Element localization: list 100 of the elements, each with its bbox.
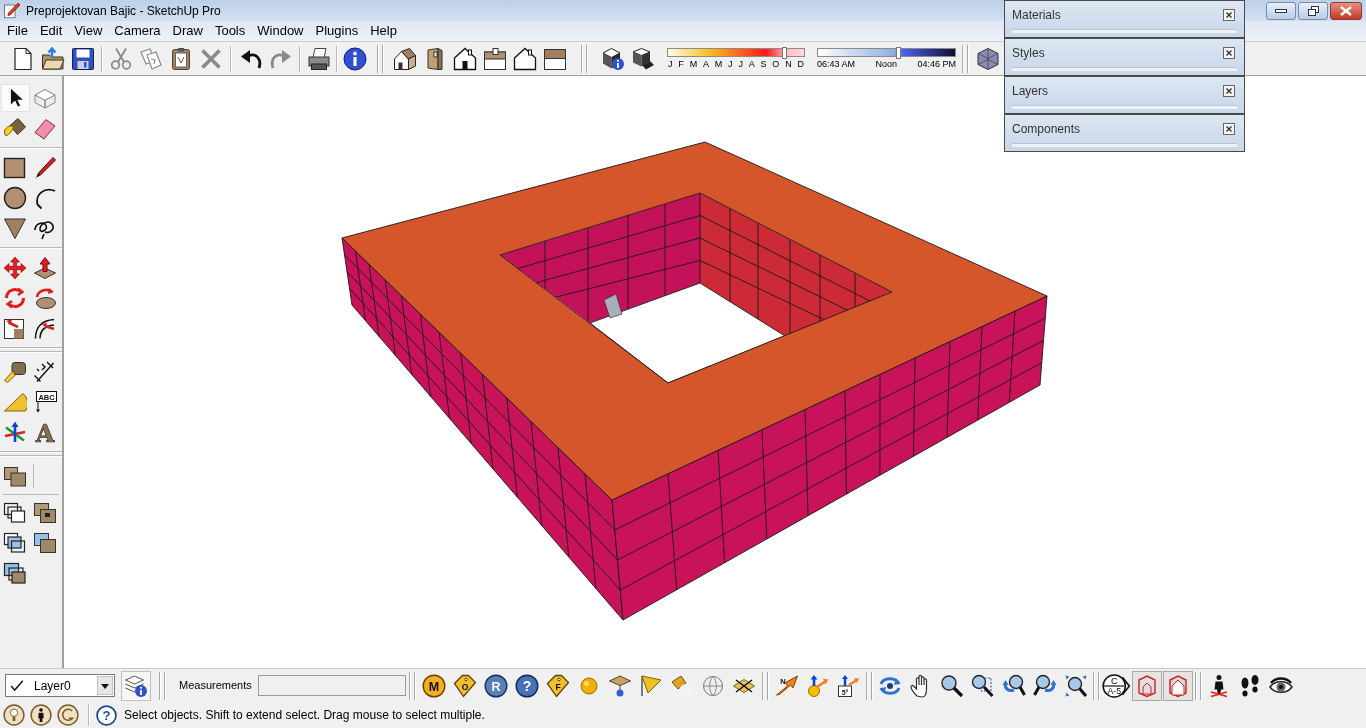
- rectangle-icon[interactable]: [3, 156, 27, 180]
- arc-icon[interactable]: [33, 186, 57, 210]
- close-icon[interactable]: [1223, 85, 1235, 97]
- disc-arrow-icon[interactable]: [33, 286, 57, 310]
- month-label: J: [668, 59, 673, 69]
- month-label: N: [785, 59, 792, 69]
- lamp-icon[interactable]: [608, 673, 633, 698]
- menu-item[interactable]: Edit: [33, 23, 69, 39]
- component-box-icon[interactable]: [33, 86, 57, 110]
- stacked-frames-icon[interactable]: [3, 561, 27, 585]
- tag-icon[interactable]: O: [453, 673, 478, 698]
- push-pull-icon[interactable]: [33, 256, 57, 280]
- move-arrows-icon[interactable]: [3, 256, 27, 280]
- house-front-icon[interactable]: [453, 46, 477, 71]
- save-icon[interactable]: [71, 46, 95, 71]
- arrow-cursor-icon[interactable]: [0, 84, 30, 112]
- tag-icon[interactable]: F: [546, 673, 571, 698]
- menu-item[interactable]: Camera: [108, 23, 167, 39]
- tape-measure-icon[interactable]: [3, 360, 27, 384]
- zoom-icon[interactable]: [940, 673, 965, 698]
- slider-thumb[interactable]: [781, 47, 787, 59]
- wireframe-cube-icon[interactable]: [976, 46, 1000, 71]
- measurements-input[interactable]: [257, 675, 406, 696]
- clipboard-icon[interactable]: [169, 46, 193, 71]
- stacked-tiles-icon[interactable]: [33, 501, 57, 525]
- info-icon[interactable]: [343, 46, 367, 71]
- date-slider-track[interactable]: [667, 48, 805, 57]
- offset-arcs-icon[interactable]: [33, 316, 57, 340]
- checkmark-icon: [10, 678, 24, 693]
- zoom-extents-icon[interactable]: [1064, 673, 1089, 698]
- close-icon[interactable]: [1223, 123, 1235, 135]
- menu-item[interactable]: Draw: [166, 23, 209, 39]
- lightbulb-coin-icon[interactable]: [3, 704, 25, 726]
- 3d-viewport[interactable]: [64, 76, 1366, 668]
- zoom-window-icon[interactable]: [971, 673, 996, 698]
- slider-thumb[interactable]: [895, 47, 901, 59]
- menu-item[interactable]: Tools: [208, 23, 252, 39]
- open-folder-icon[interactable]: [41, 46, 65, 71]
- layer-info-icon[interactable]: [121, 670, 151, 701]
- cube-info-icon[interactable]: [601, 46, 625, 71]
- eraser-icon[interactable]: [33, 116, 57, 140]
- house-frame-icon[interactable]: [1163, 670, 1194, 701]
- close-icon[interactable]: [1223, 47, 1235, 59]
- collapsed-panel[interactable]: Styles: [1004, 38, 1245, 76]
- time-label: 04:46 PM: [917, 59, 956, 69]
- m-coin-icon[interactable]: M: [422, 673, 447, 698]
- sun-arrow-icon[interactable]: [806, 673, 831, 698]
- delete-icon[interactable]: [199, 46, 223, 71]
- copy-icon[interactable]: [139, 46, 163, 71]
- stacked-tiles-icon[interactable]: [3, 464, 27, 488]
- cut-icon[interactable]: [109, 46, 133, 71]
- new-file-icon[interactable]: [11, 46, 35, 71]
- collapsed-panel[interactable]: Components: [1004, 114, 1245, 152]
- month-label: O: [772, 59, 780, 69]
- chimney-box-icon[interactable]: [483, 46, 507, 71]
- zoom-previous-icon[interactable]: [1002, 673, 1027, 698]
- menu-item[interactable]: Plugins: [309, 23, 365, 39]
- stacked-frames-icon[interactable]: [3, 501, 27, 525]
- dimension-icon[interactable]: [33, 360, 57, 384]
- help-icon[interactable]: ?: [96, 704, 117, 726]
- close-button[interactable]: [1330, 1, 1362, 20]
- house-box-icon[interactable]: [1132, 670, 1163, 701]
- scale-icon[interactable]: [3, 316, 27, 340]
- restore-button[interactable]: [1298, 1, 1328, 20]
- axes-icon[interactable]: [3, 420, 27, 444]
- r-coin-icon[interactable]: R: [484, 673, 509, 698]
- menu-item[interactable]: File: [1, 23, 34, 39]
- circle-icon[interactable]: [3, 186, 27, 210]
- app-icon: [3, 1, 21, 20]
- help-coin-icon[interactable]: ?: [515, 673, 540, 698]
- ring-coin-icon[interactable]: [57, 704, 79, 726]
- month-label: J: [728, 59, 733, 69]
- menu-item[interactable]: View: [68, 23, 109, 39]
- zoom-next-icon[interactable]: [1033, 673, 1058, 698]
- layer-dropdown[interactable]: Layer0: [5, 674, 115, 697]
- pencil-icon[interactable]: [33, 156, 57, 180]
- time-slider-track[interactable]: [817, 48, 956, 57]
- stacked-frames-icon[interactable]: [3, 531, 27, 555]
- menu-item[interactable]: Window: [251, 23, 310, 39]
- dropdown-arrow-icon[interactable]: [97, 676, 113, 695]
- cube-shadow-icon[interactable]: [631, 46, 655, 71]
- house-outline-icon[interactable]: [513, 46, 537, 71]
- close-icon[interactable]: [1223, 9, 1235, 21]
- month-label: F: [678, 59, 684, 69]
- 3d-text-icon[interactable]: A: [33, 420, 57, 444]
- house-3d-icon[interactable]: [393, 46, 417, 71]
- person-coin-icon[interactable]: [30, 704, 52, 726]
- collapsed-panel[interactable]: Layers: [1004, 76, 1245, 114]
- month-label: A: [702, 59, 709, 69]
- rotate-icon[interactable]: [3, 286, 27, 310]
- menu-item[interactable]: Help: [364, 23, 403, 39]
- printer-icon[interactable]: [307, 46, 331, 71]
- protractor-icon[interactable]: [3, 390, 27, 414]
- minimize-button[interactable]: [1266, 1, 1296, 20]
- collapsed-panel[interactable]: Materials: [1004, 0, 1245, 38]
- pennant-icon[interactable]: [639, 673, 664, 698]
- globe-icon[interactable]: [701, 673, 726, 698]
- stacked-tiles-icon[interactable]: [33, 531, 57, 555]
- window-title: Preprojektovan Bajic - SketchUp Pro: [26, 3, 221, 18]
- triangle-icon[interactable]: [3, 216, 27, 240]
